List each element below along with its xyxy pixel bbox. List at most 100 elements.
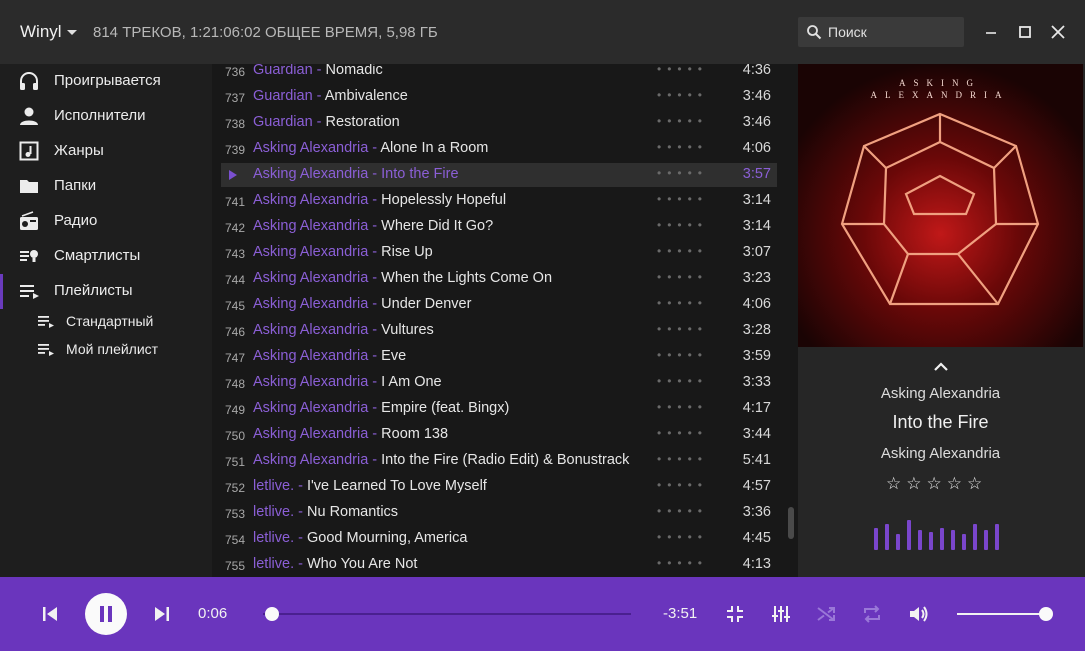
track-rating[interactable]: ••••• [657,270,708,284]
sidebar-item-playlist-mine[interactable]: Мой плейлист [0,336,212,364]
sidebar-item-playlist-standard[interactable]: Стандартный [0,308,212,336]
sidebar-item-genres[interactable]: Жанры [0,134,212,169]
search-input[interactable] [828,21,958,43]
track-title-line: Asking Alexandria - Under Denver [253,296,471,312]
player-controls: 0:06 -3:51 [0,577,1085,651]
close-icon[interactable] [1048,22,1068,42]
track-row[interactable]: 738 Guardian - Restoration ••••• 3:46 [221,111,777,135]
track-row[interactable]: 736 Guardian - Nomadic ••••• 4:36 [221,64,777,83]
track-rating[interactable]: ••••• [657,478,708,492]
track-row[interactable]: 749 Asking Alexandria - Empire (feat. Bin… [221,397,777,421]
seek-handle[interactable] [265,607,280,621]
rating-stars[interactable]: ☆☆☆☆☆ [886,474,996,494]
track-duration: 3:14 [742,218,771,234]
track-title-line: Asking Alexandria - Where Did It Go? [253,218,493,234]
track-row[interactable]: 743 Asking Alexandria - Rise Up ••••• 3:07 [221,241,777,265]
track-artist: Asking Alexandria [253,348,369,364]
track-rating[interactable]: ••••• [657,322,708,336]
volume-handle[interactable] [1039,607,1053,621]
search-icon [807,25,822,40]
track-separator: - [312,88,325,104]
app-menu-button[interactable]: Winyl [20,22,62,42]
track-duration: 3:33 [742,374,771,390]
track-row[interactable]: 748 Asking Alexandria - I Am One ••••• 3:33 [221,371,777,395]
track-separator: - [294,478,307,494]
track-row[interactable]: 750 Asking Alexandria - Room 138 ••••• 3:44 [221,423,777,447]
track-row[interactable]: 751 Asking Alexandria - Into the Fire (Ra… [221,449,777,473]
track-title: Room 138 [381,426,449,442]
scrollbar-thumb[interactable] [788,507,794,539]
sidebar-item-playlists[interactable]: Плейлисты [0,274,212,309]
track-number: 752 [225,481,246,495]
sidebar-item-label: Радио [54,212,98,229]
track-row[interactable]: 742 Asking Alexandria - Where Did It Go? •… [221,215,777,239]
track-rating[interactable]: ••••• [657,244,708,258]
maximize-icon[interactable] [1015,22,1035,42]
track-row[interactable]: 744 Asking Alexandria - When the Lights C… [221,267,777,291]
track-row[interactable]: 746 Asking Alexandria - Vultures ••••• 3:28 [221,319,777,343]
track-rating[interactable]: ••••• [657,64,708,76]
track-rating[interactable]: ••••• [657,556,708,570]
track-title: Good Mourning, America [307,530,468,546]
track-rating[interactable]: ••••• [657,140,708,154]
minimize-icon[interactable] [981,22,1001,42]
sidebar-item-smartlists[interactable]: Смартлисты [0,239,212,274]
track-title-line: letlive. - Good Mourning, America [253,530,467,546]
track-rating[interactable]: ••••• [657,400,708,414]
track-rating[interactable]: ••••• [657,348,708,362]
sidebar-item-radio[interactable]: Радио [0,204,212,239]
track-duration: 3:28 [742,322,771,338]
previous-icon[interactable] [39,603,61,625]
sidebar-item-artists[interactable]: Исполнители [0,99,212,134]
volume-slider[interactable] [957,613,1045,615]
chevron-down-icon[interactable] [67,30,77,35]
shuffle-icon[interactable] [815,603,837,625]
sidebar-item-folders[interactable]: Папки [0,169,212,204]
track-duration: 3:57 [742,166,771,182]
next-icon[interactable] [151,603,173,625]
track-artist: Asking Alexandria [253,270,369,286]
track-rating[interactable]: ••••• [657,296,708,310]
repeat-icon[interactable] [861,603,883,625]
track-row[interactable]: Asking Alexandria - Into the Fire ••••• 3:… [221,163,777,187]
track-rating[interactable]: ••••• [657,218,708,232]
track-row[interactable]: 752 letlive. - I've Learned To Love Mysel… [221,475,777,499]
track-rating[interactable]: ••••• [657,166,708,180]
track-list[interactable]: 755 letlive. - Who You Are Not ••••• 4:13 75… [212,64,798,577]
now-playing-album: Asking Alexandria [880,445,1001,462]
track-separator: - [368,322,382,338]
track-duration: 3:36 [742,504,771,520]
search-box[interactable] [798,17,964,47]
track-row[interactable]: 754 letlive. - Good Mourning, America ••••… [221,527,777,551]
track-title-line: Asking Alexandria - I Am One [253,374,442,390]
track-number: 753 [225,507,246,521]
track-artist: Guardian [253,114,313,130]
track-row[interactable]: 741 Asking Alexandria - Hopelessly Hopefu… [221,189,777,213]
pause-button[interactable] [85,593,127,635]
sidebar-item-label: Смартлисты [54,247,141,264]
track-rating[interactable]: ••••• [657,504,708,518]
track-row[interactable]: 755 letlive. - Who You Are Not ••••• 4:13 [221,553,777,577]
track-row[interactable]: 745 Asking Alexandria - Under Denver •••••… [221,293,777,317]
track-number: 738 [225,117,246,131]
chevron-up-icon[interactable] [931,359,951,373]
mini-player-icon[interactable] [724,603,746,625]
sidebar-item-now-playing[interactable]: Проигрывается [0,64,212,99]
track-rating[interactable]: ••••• [657,374,708,388]
track-row[interactable]: 747 Asking Alexandria - Eve ••••• 3:59 [221,345,777,369]
seek-bar[interactable] [263,613,631,615]
track-row[interactable]: 737 Guardian - Ambivalence ••••• 3:46 [221,85,777,109]
track-rating[interactable]: ••••• [657,452,708,466]
track-duration: 3:23 [742,270,771,286]
track-row[interactable]: 753 letlive. - Nu Romantics ••••• 3:36 [221,501,777,525]
volume-icon[interactable] [907,603,929,625]
track-rating[interactable]: ••••• [657,530,708,544]
equalizer-icon[interactable] [770,603,792,625]
track-row[interactable]: 739 Asking Alexandria - Alone In a Room ••… [221,137,777,161]
track-rating[interactable]: ••••• [657,114,708,128]
track-rating[interactable]: ••••• [657,192,708,206]
track-rating[interactable]: ••••• [657,88,708,102]
track-rating[interactable]: ••••• [657,426,708,440]
track-duration: 3:44 [742,426,771,442]
track-title: Where Did It Go? [381,218,494,234]
